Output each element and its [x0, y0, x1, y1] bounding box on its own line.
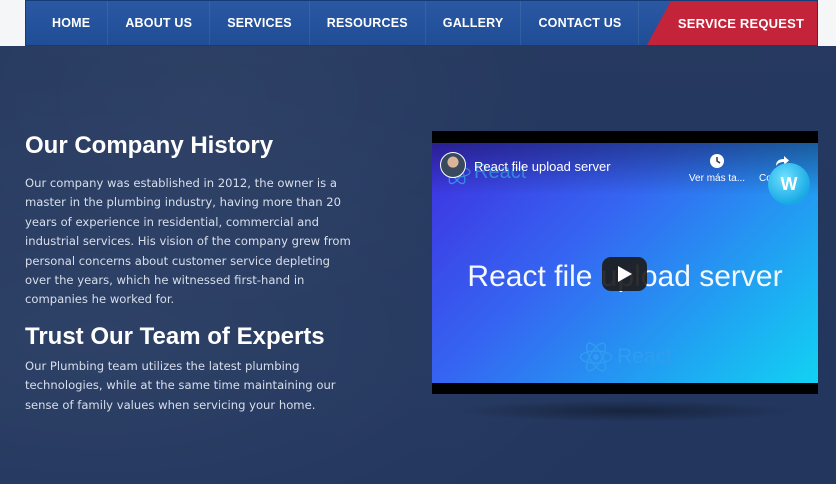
channel-avatar[interactable]	[440, 152, 466, 178]
history-heading: Our Company History	[25, 132, 274, 159]
experts-heading: Trust Our Team of Experts	[25, 323, 325, 350]
service-request-button[interactable]: SERVICE REQUEST	[647, 1, 817, 45]
nav-home[interactable]: HOME	[26, 1, 109, 45]
react-atom-icon	[579, 342, 613, 372]
history-text: Our company was established in 2012, the…	[25, 176, 351, 307]
watch-later-button[interactable]: Ver más ta...	[682, 153, 752, 184]
video-thumbnail[interactable]: React React file upload server React Rea…	[432, 143, 818, 383]
channel-watermark-logo[interactable]: W	[768, 163, 810, 205]
video-shadow	[450, 400, 800, 422]
react-logo-bottom: React	[578, 339, 672, 375]
clock-icon	[710, 154, 724, 168]
nav-about-us[interactable]: ABOUT US	[108, 1, 211, 45]
main-navigation: HOME ABOUT US SERVICES RESOURCES GALLERY…	[25, 0, 818, 46]
nav-contact-us[interactable]: CONTACT US	[521, 1, 640, 45]
play-icon	[617, 266, 632, 282]
watch-later-label: Ver más ta...	[688, 173, 746, 184]
react-logo-text: React	[617, 345, 672, 368]
play-button[interactable]	[602, 257, 647, 291]
video-player[interactable]: React React file upload server React Rea…	[432, 131, 818, 394]
nav-gallery[interactable]: GALLERY	[426, 1, 522, 45]
experts-text: Our Plumbing team utilizes the latest pl…	[25, 359, 336, 412]
nav-resources[interactable]: RESOURCES	[310, 1, 426, 45]
nav-services[interactable]: SERVICES	[210, 1, 310, 45]
video-title[interactable]: React file upload server	[474, 159, 611, 174]
